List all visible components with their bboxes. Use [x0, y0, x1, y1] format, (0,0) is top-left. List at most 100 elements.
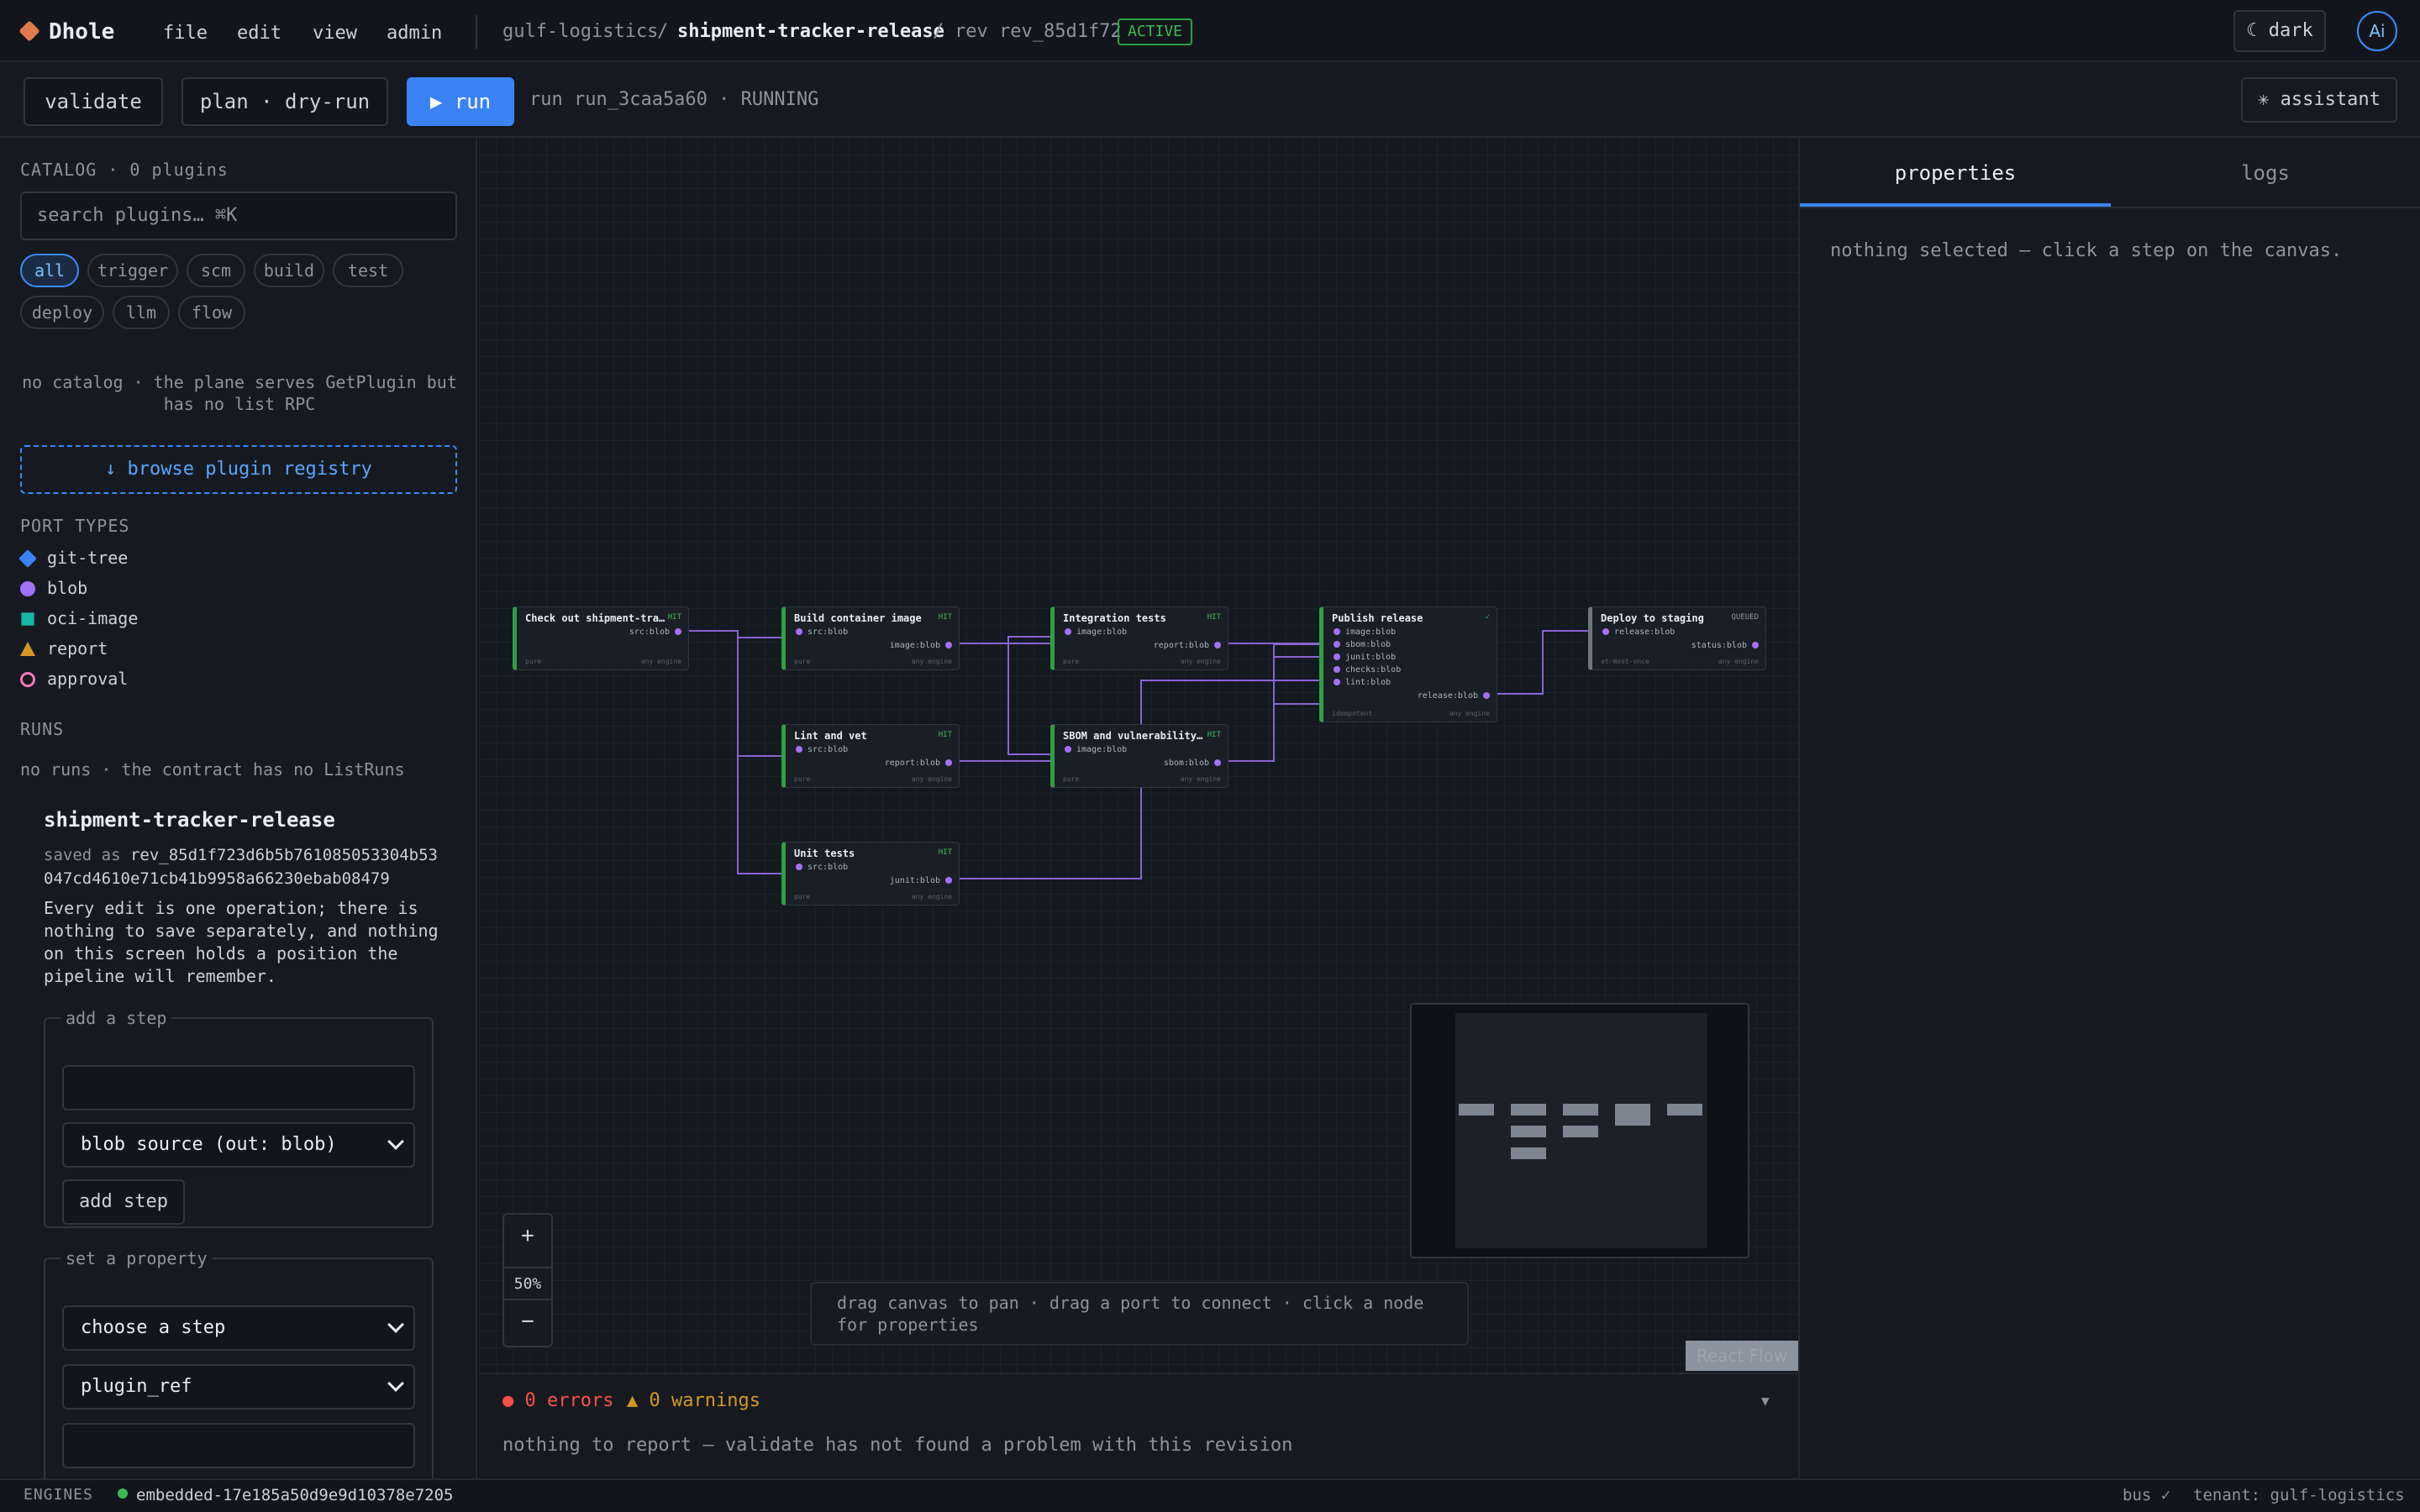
node-output-port[interactable]: sbom:blob — [1164, 759, 1221, 769]
node-output-port[interactable]: report:blob — [885, 759, 952, 769]
port-label: release:blob — [1417, 691, 1478, 701]
pipeline-node-deploy-staging[interactable]: Deploy to staging QUEUED release:blob st… — [1588, 606, 1766, 670]
pipeline-node-build[interactable]: Build container image HIT src:blob image… — [781, 606, 960, 670]
validate-button[interactable]: validate — [24, 77, 163, 126]
plan-dry-run-button[interactable]: plan · dry-run — [182, 77, 388, 126]
run-status: run run_3caa5a60 · RUNNING — [529, 89, 819, 110]
chip-flow[interactable]: flow — [178, 296, 245, 329]
port-label: lint:blob — [1345, 678, 1392, 687]
minimap[interactable] — [1410, 1003, 1749, 1258]
port-type-label: git-tree — [47, 548, 129, 568]
pipeline-node-publish-release[interactable]: Publish release ✓ image:blob sbom:blob j… — [1319, 606, 1497, 722]
node-input-port[interactable]: sbom:blob — [1334, 640, 1391, 650]
zoom-in-button[interactable]: + — [504, 1221, 551, 1250]
node-input-port[interactable]: junit:blob — [1334, 653, 1396, 663]
chip-all[interactable]: all — [20, 254, 79, 287]
node-engine: any engine — [1449, 710, 1490, 717]
pipeline-node-integration-tests[interactable]: Integration tests HIT image:blob report:… — [1050, 606, 1228, 670]
port-label: image:blob — [889, 641, 940, 650]
pipeline-node-unit-tests[interactable]: Unit tests HIT src:blob junit:blob pure … — [781, 842, 960, 906]
menu-admin[interactable]: admin — [387, 17, 442, 50]
node-engine: any engine — [1180, 658, 1221, 665]
pipeline-node-lint[interactable]: Lint and vet HIT src:blob report:blob pu… — [781, 724, 960, 788]
add-step-button[interactable]: add step — [62, 1179, 185, 1225]
problems-message: nothing to report — validate has not fou… — [502, 1435, 1293, 1456]
node-output-port[interactable]: image:blob — [890, 641, 952, 651]
breadcrumb-revision[interactable]: rev rev_85d1f72 — [955, 17, 1122, 47]
react-flow-attribution[interactable]: React Flow — [1686, 1341, 1798, 1371]
node-input-port[interactable]: checks:blob — [1334, 665, 1401, 675]
node-input-port[interactable]: lint:blob — [1334, 678, 1391, 688]
step-select[interactable]: choose a step — [62, 1305, 415, 1351]
zoom-level: 50% — [504, 1267, 551, 1300]
pipeline-node-checkout[interactable]: Check out shipment-track… HIT src:blob p… — [513, 606, 689, 670]
pipeline-node-sbom[interactable]: SBOM and vulnerability s… HIT image:blob… — [1050, 724, 1228, 788]
browse-plugin-registry-button[interactable]: ↓ browse plugin registry — [20, 445, 457, 494]
tab-properties[interactable]: properties — [1800, 156, 2111, 208]
step-name-input[interactable] — [62, 1065, 415, 1110]
node-input-port[interactable]: image:blob — [1065, 745, 1127, 755]
step-kind-select[interactable]: blob source (out: blob) — [62, 1122, 415, 1168]
node-output-port[interactable]: status:blob — [1691, 641, 1759, 651]
status-badge: ACTIVE — [1118, 18, 1193, 45]
zoom-controls: + 50% − — [502, 1213, 553, 1347]
collapse-icon[interactable]: ▼ — [1761, 1388, 1770, 1415]
port-label: image:blob — [1345, 627, 1397, 637]
search-input[interactable]: search plugins… ⌘K — [20, 192, 457, 240]
node-engine: any engine — [640, 658, 681, 665]
chip-scm[interactable]: scm — [187, 254, 245, 287]
zoom-out-button[interactable]: − — [504, 1307, 551, 1336]
avatar[interactable]: Ai — [2357, 11, 2397, 51]
tab-logs[interactable]: logs — [2111, 156, 2420, 208]
node-purity: pure — [1063, 775, 1080, 783]
node-status: ✓ — [1485, 613, 1490, 622]
menu-edit[interactable]: edit — [237, 17, 281, 50]
breadcrumb-tenant[interactable]: gulf-logistics — [502, 17, 658, 47]
node-input-port[interactable]: release:blob — [1602, 627, 1675, 638]
ring-icon — [20, 672, 35, 687]
node-input-port[interactable]: src:blob — [796, 863, 848, 873]
chip-trigger[interactable]: trigger — [87, 254, 178, 287]
port-label: sbom:blob — [1163, 759, 1209, 768]
port-label: checks:blob — [1345, 665, 1402, 675]
node-engine: any engine — [911, 775, 952, 783]
node-status: QUEUED — [1731, 613, 1759, 622]
chip-build[interactable]: build — [254, 254, 324, 287]
bus-status: bus ✓ — [2123, 1486, 2171, 1504]
node-input-port[interactable]: src:blob — [796, 627, 848, 638]
property-select[interactable]: plugin_ref — [62, 1364, 415, 1410]
warning-count: ▲ 0 warnings — [627, 1390, 760, 1411]
empty-selection-message: nothing selected — click a step on the c… — [1830, 240, 2343, 261]
port-dot-icon — [675, 628, 681, 635]
breadcrumb-separator: / — [657, 21, 669, 42]
port-dot-icon — [1214, 759, 1221, 766]
node-title: Unit tests — [794, 848, 855, 859]
node-output-port[interactable]: src:blob — [629, 627, 681, 638]
breadcrumb-pipeline[interactable]: shipment-tracker-release — [677, 17, 944, 47]
assistant-button[interactable]: ✳ assistant — [2241, 77, 2397, 123]
menu-view[interactable]: view — [313, 17, 357, 50]
node-output-port[interactable]: report:blob — [1154, 641, 1221, 651]
node-input-port[interactable]: image:blob — [1334, 627, 1396, 638]
run-button[interactable]: ▶ run — [407, 77, 514, 126]
menu-divider — [476, 15, 477, 49]
port-dot-icon — [1334, 666, 1340, 673]
engines-label: ENGINES — [24, 1486, 93, 1504]
port-label: report:blob — [884, 759, 940, 768]
tenant-label: tenant: gulf-logistics — [2193, 1486, 2405, 1504]
property-value-input[interactable] — [62, 1423, 415, 1468]
engine-id[interactable]: embedded-17e185a50d9e9d10378e7205 — [136, 1483, 454, 1507]
minimap-node — [1615, 1104, 1650, 1126]
menu-file[interactable]: file — [163, 17, 208, 50]
chip-test[interactable]: test — [333, 254, 403, 287]
chip-llm[interactable]: llm — [113, 296, 170, 329]
node-input-port[interactable]: image:blob — [1065, 627, 1127, 638]
top-bar — [0, 0, 2420, 62]
node-output-port[interactable]: junit:blob — [890, 876, 952, 886]
node-input-port[interactable]: src:blob — [796, 745, 848, 755]
chip-deploy[interactable]: deploy — [20, 296, 104, 329]
theme-toggle-button[interactable]: ☾ dark — [2233, 10, 2326, 52]
port-dot-icon — [1214, 642, 1221, 648]
minimap-node — [1667, 1104, 1702, 1116]
node-output-port[interactable]: release:blob — [1418, 691, 1490, 701]
